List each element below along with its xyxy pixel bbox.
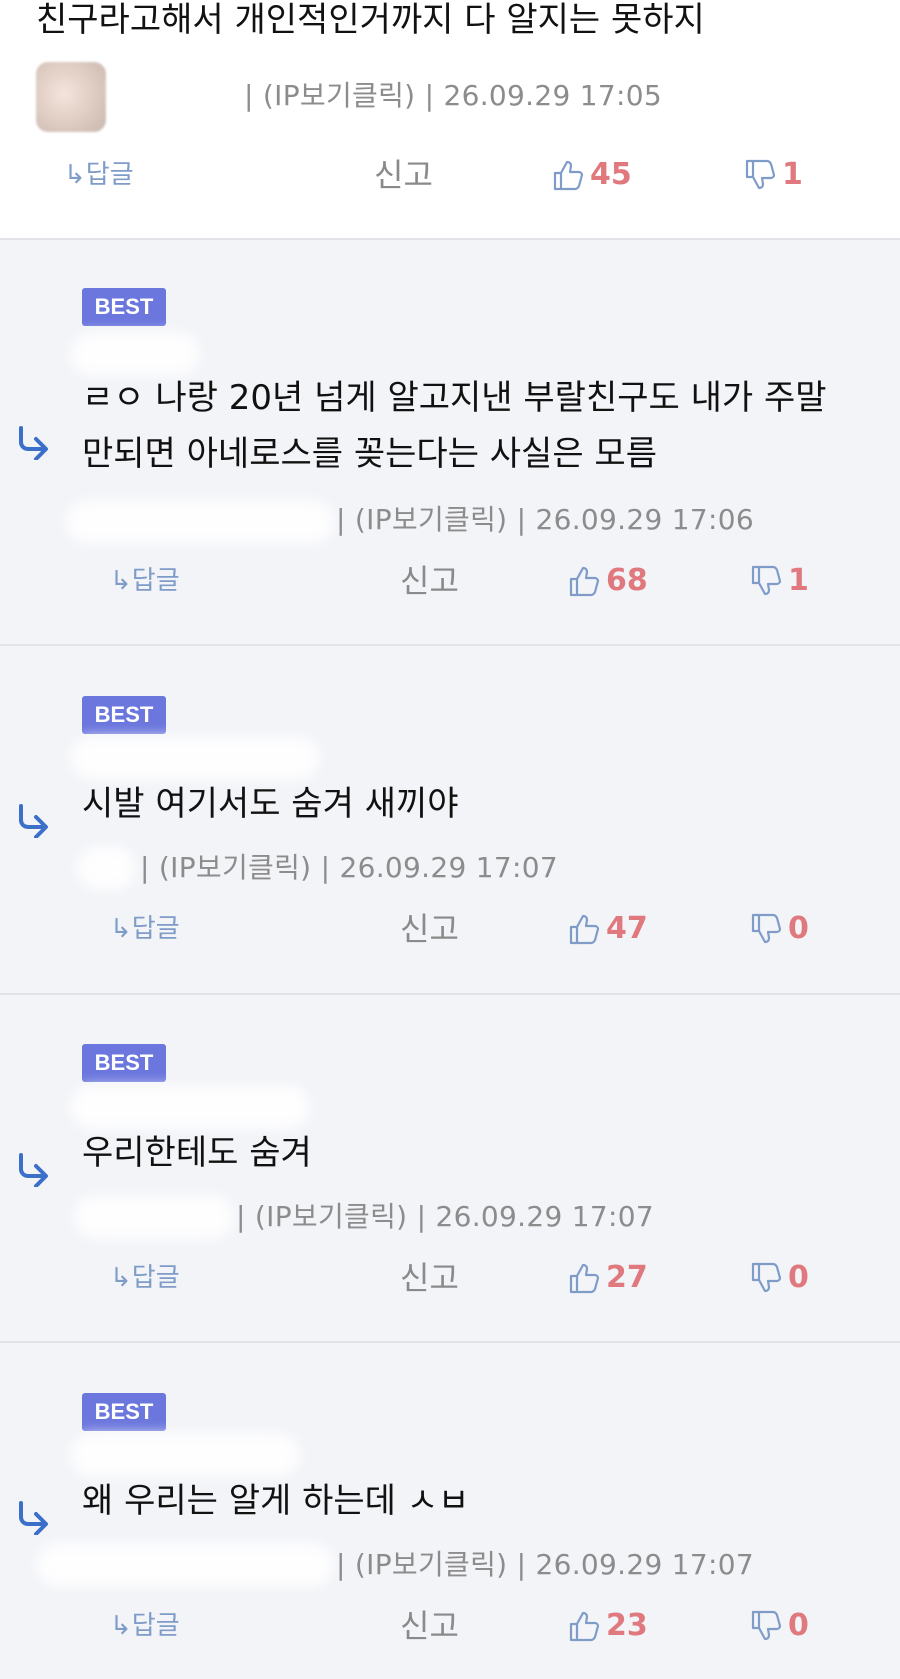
thumbs-down-icon	[751, 913, 782, 944]
reply-button[interactable]: ↳답글	[110, 556, 180, 606]
like-count: 27	[606, 1260, 648, 1295]
comment-actions: ↳답글 신고 45 1	[0, 150, 900, 200]
comment-meta: | (IP보기클릭) | 26.09.29 17:06	[336, 503, 754, 536]
thumbs-up-icon	[569, 566, 600, 597]
dislike-count: 0	[788, 911, 809, 946]
comment-meta: | (IP보기클릭) | 26.09.29 17:07	[236, 1200, 654, 1233]
report-button[interactable]: 신고	[400, 904, 459, 954]
dislike-count: 1	[788, 563, 809, 598]
username-redacted	[70, 1085, 310, 1129]
thumbs-up-icon	[569, 914, 600, 945]
like-count: 47	[606, 911, 648, 946]
thumbs-up-icon	[569, 1611, 600, 1642]
comment-text-line-2: 만되면 아네로스를 꽂는다는 사실은 모름	[82, 434, 657, 474]
report-button[interactable]: 신고	[374, 150, 433, 200]
like-count: 68	[606, 563, 648, 598]
best-badge: BEST	[82, 288, 166, 326]
reply-arrow-icon	[19, 1501, 48, 1535]
comment-meta: | (IP보기클릭) | 26.09.29 17:07	[336, 1548, 754, 1581]
thumbs-down-icon	[751, 1610, 782, 1641]
dislike-count: 0	[788, 1260, 809, 1295]
reply-arrow-icon	[19, 1153, 48, 1187]
username-redacted	[70, 1433, 300, 1477]
best-badge: BEST	[82, 1044, 166, 1082]
thumbs-down-icon	[751, 1262, 782, 1293]
comment-actions: ↳답글 신고 47 0	[0, 904, 900, 954]
reply-comment: BEST ㄹㅇ 나랑 20년 넘게 알고지낸 부랄친구도 내가 주말 만되면 아…	[0, 240, 900, 646]
thumbs-down-icon	[751, 565, 782, 596]
username-redacted	[76, 846, 136, 890]
comment-meta: | (IP보기클릭) | 26.09.29 17:05	[244, 79, 662, 112]
reply-button[interactable]: ↳답글	[64, 150, 134, 200]
avatar[interactable]	[36, 62, 106, 132]
comment-meta: | (IP보기클릭) | 26.09.29 17:07	[140, 851, 558, 884]
username-redacted	[112, 68, 242, 112]
reply-button[interactable]: ↳답글	[110, 904, 180, 954]
username-redacted	[36, 1543, 334, 1587]
reply-comment: BEST 시발 여기서도 숨겨 새끼야 | (IP보기클릭) | 26.09.2…	[0, 646, 900, 995]
thumbs-down-icon	[745, 159, 776, 190]
thumbs-up-icon	[553, 160, 584, 191]
like-count: 23	[606, 1608, 648, 1643]
comment-text-line-1: 시발 여기서도 숨겨 새끼야	[82, 784, 459, 824]
comment-text: 친구라고해서 개인적인거까지 다 알지는 못하지	[36, 0, 705, 40]
best-badge: BEST	[82, 696, 166, 734]
reply-button[interactable]: ↳답글	[110, 1601, 180, 1651]
dislike-count: 1	[782, 157, 803, 192]
like-count: 45	[590, 157, 632, 192]
comment-actions: ↳답글 신고 23 0	[0, 1601, 900, 1651]
comment-text-line-1: 우리한테도 숨겨	[82, 1133, 312, 1173]
reply-button[interactable]: ↳답글	[110, 1253, 180, 1303]
comment-top: 친구라고해서 개인적인거까지 다 알지는 못하지 | (IP보기클릭) | 26…	[0, 0, 900, 240]
report-button[interactable]: 신고	[400, 1253, 459, 1303]
best-badge: BEST	[82, 1393, 166, 1431]
comment-actions: ↳답글 신고 68 1	[0, 556, 900, 606]
reply-comment: BEST 왜 우리는 알게 하는데 ㅅㅂ | (IP보기클릭) | 26.09.…	[0, 1343, 900, 1679]
comment-text-line-1: 왜 우리는 알게 하는데 ㅅㅂ	[82, 1481, 470, 1521]
reply-comment: BEST 우리한테도 숨겨 | (IP보기클릭) | 26.09.29 17:0…	[0, 995, 900, 1343]
reply-arrow-icon	[19, 426, 48, 460]
reply-arrow-icon	[19, 804, 48, 838]
username-redacted	[74, 1195, 234, 1239]
dislike-count: 0	[788, 1608, 809, 1643]
username-redacted	[70, 736, 320, 780]
comment-actions: ↳답글 신고 27 0	[0, 1253, 900, 1303]
comment-text-line-1: ㄹㅇ 나랑 20년 넘게 알고지낸 부랄친구도 내가 주말	[82, 378, 827, 418]
username-redacted	[66, 500, 334, 544]
report-button[interactable]: 신고	[400, 556, 459, 606]
report-button[interactable]: 신고	[400, 1601, 459, 1651]
thumbs-up-icon	[569, 1263, 600, 1294]
